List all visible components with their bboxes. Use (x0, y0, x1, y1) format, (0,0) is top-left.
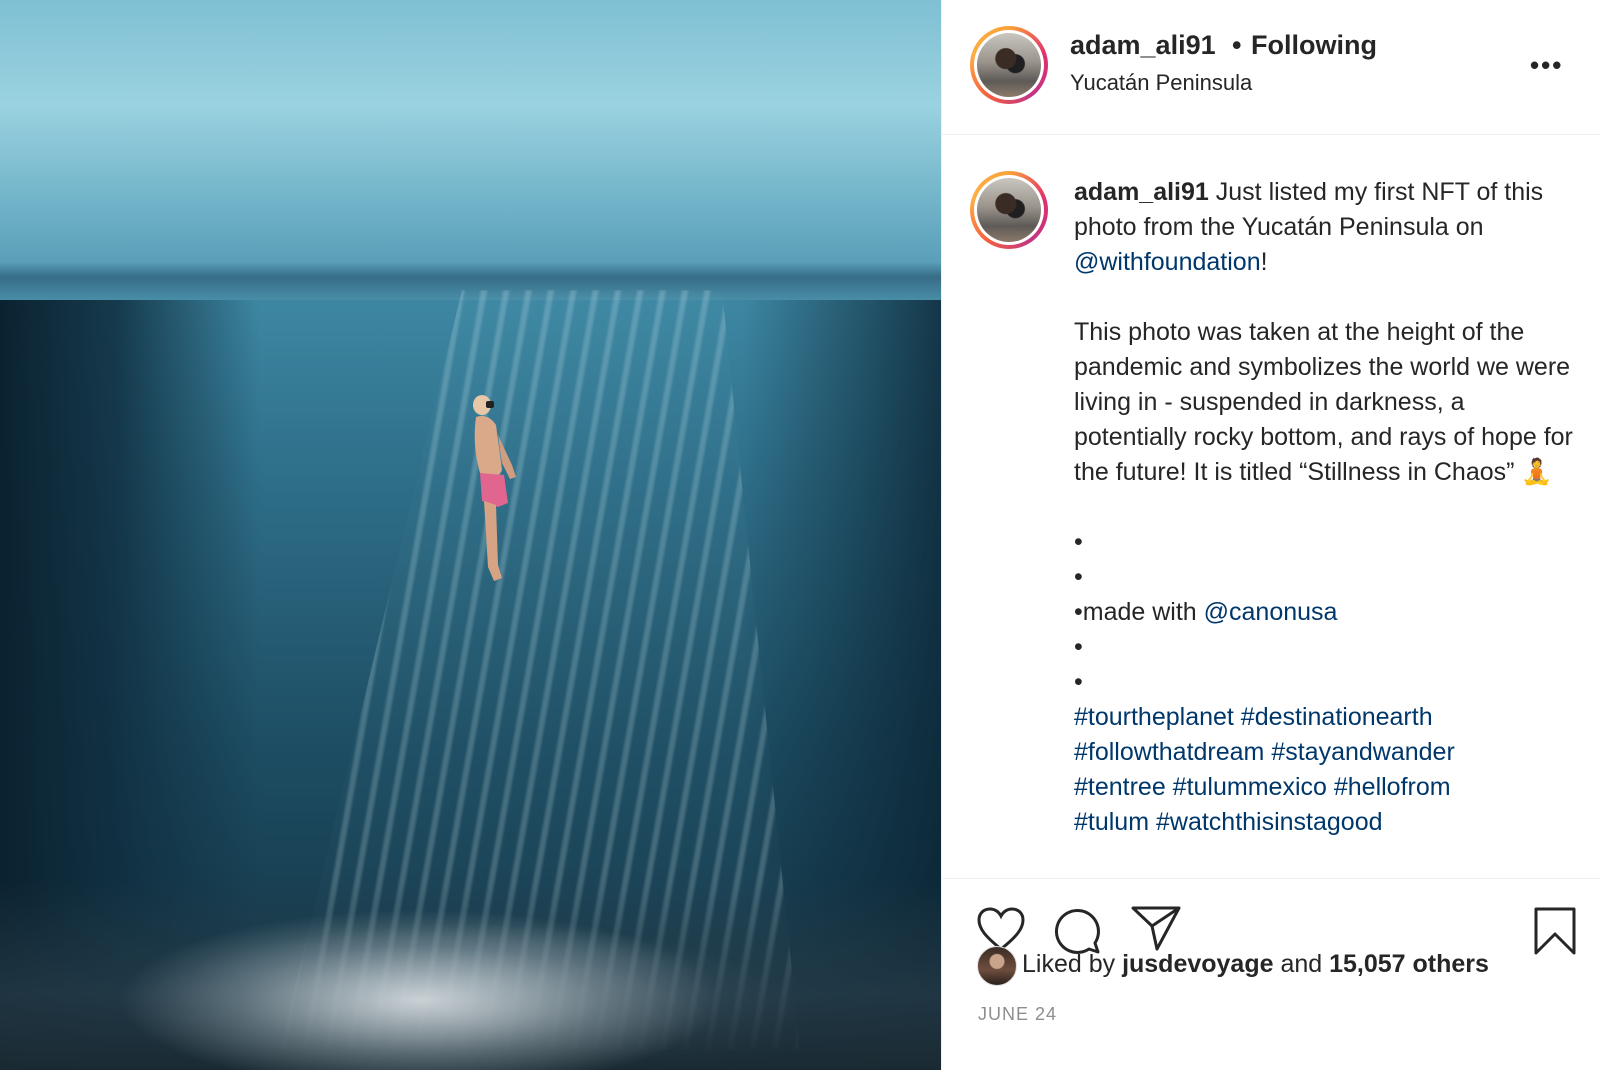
post-caption: adam_ali91 Just listed my first NFT of t… (1074, 175, 1584, 840)
bookmark-icon (1534, 907, 1576, 955)
caption-dot: • (1074, 668, 1083, 696)
hashtags-line[interactable]: #tulum #watchthisinstagood (1074, 808, 1383, 836)
more-options-icon: ••• (1530, 50, 1564, 80)
comment-bubble-icon (1054, 908, 1100, 954)
caption-dot: • (1074, 528, 1083, 556)
likes-summary[interactable]: Liked by jusdevoyage and 15,057 others (1022, 950, 1489, 979)
post-location[interactable]: Yucatán Peninsula (1070, 70, 1252, 96)
caption-intro-end: ! (1260, 248, 1268, 276)
likes-prefix: Liked by (1022, 950, 1123, 978)
liker-username[interactable]: jusdevoyage (1122, 950, 1273, 978)
author-username[interactable]: adam_ali91 (1070, 30, 1216, 61)
save-button[interactable] (1533, 906, 1577, 961)
post-header: adam_ali91 • Following Yucatán Peninsula… (942, 0, 1600, 135)
post-date[interactable]: JUNE 24 (978, 1004, 1057, 1025)
caption-paragraph: This photo was taken at the height of th… (1074, 318, 1573, 486)
caption-intro: adam_ali91 Just listed my first NFT of t… (1074, 175, 1584, 280)
hashtags-line[interactable]: #followthatdream #stayandwander (1074, 738, 1455, 766)
heart-icon (977, 907, 1025, 951)
liker-avatar[interactable] (977, 946, 1017, 986)
caption-username[interactable]: adam_ali91 (1074, 178, 1209, 206)
post-photo[interactable] (0, 0, 941, 1070)
rocky-bottom (0, 880, 941, 1070)
water-surface (0, 0, 941, 300)
post-sidebar: adam_ali91 • Following Yucatán Peninsula… (941, 0, 1600, 1070)
canonusa-mention-link[interactable]: @canonusa (1204, 598, 1338, 626)
following-button[interactable]: Following (1251, 30, 1377, 61)
caption-made-with: •made with @canonusa (1074, 595, 1584, 630)
floating-diver (473, 395, 516, 581)
paper-plane-icon (1131, 906, 1181, 951)
caption-dot: • (1074, 633, 1083, 661)
likes-middle: and (1273, 950, 1330, 978)
withfoundation-mention-link[interactable]: @withfoundation (1074, 248, 1261, 276)
header-separator: • (1232, 30, 1242, 60)
author-avatar[interactable] (970, 26, 1048, 104)
caption-avatar[interactable] (970, 171, 1048, 249)
hashtags-line[interactable]: #tentree #tulummexico #hellofrom (1074, 773, 1451, 801)
likes-others[interactable]: 15,057 others (1329, 950, 1489, 978)
hashtags-line[interactable]: #tourtheplanet #destinationearth (1074, 703, 1433, 731)
more-options-button[interactable]: ••• (1530, 50, 1563, 81)
caption-area: adam_ali91 Just listed my first NFT of t… (942, 135, 1600, 877)
caption-dot: • (1074, 563, 1083, 591)
made-with-text: •made with (1074, 598, 1204, 626)
instagram-post: adam_ali91 • Following Yucatán Peninsula… (0, 0, 1600, 1070)
